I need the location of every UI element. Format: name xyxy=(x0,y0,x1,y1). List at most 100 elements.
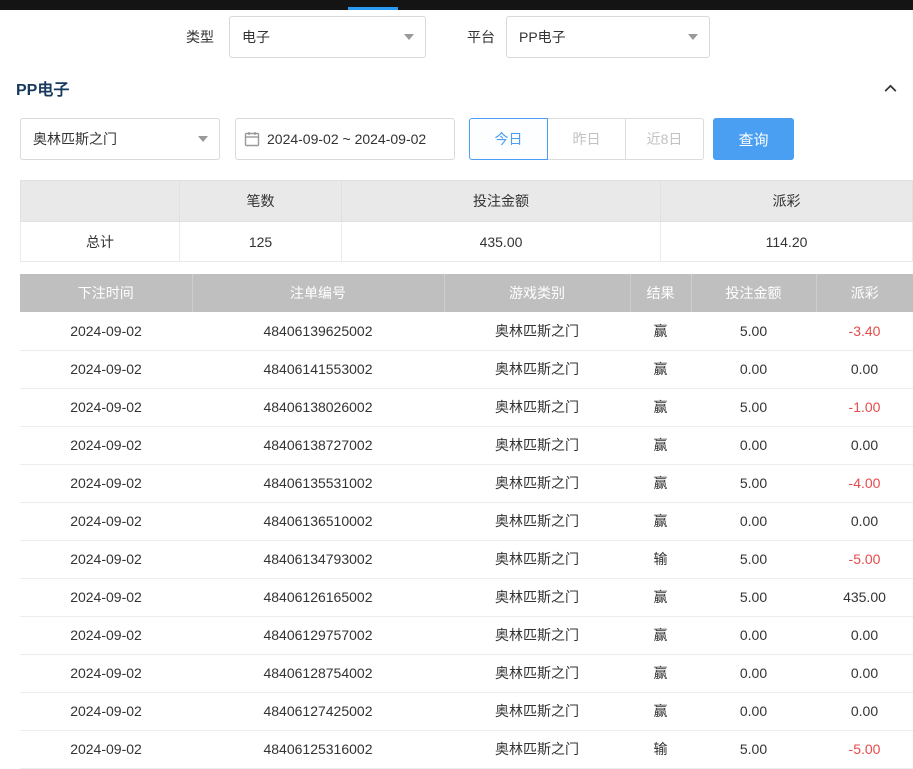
cell-payout: 0.00 xyxy=(816,502,913,540)
cell-bet-time: 2024-09-02 xyxy=(20,654,192,692)
table-row: 2024-09-02 48406138727002 奥林匹斯之门 赢 0.00 … xyxy=(20,426,913,464)
cell-order-id: 48406126165002 xyxy=(192,578,444,616)
cell-result: 输 xyxy=(630,540,691,578)
search-button[interactable]: 查询 xyxy=(713,118,794,160)
cell-order-id: 48406129757002 xyxy=(192,616,444,654)
cell-result: 赢 xyxy=(630,654,691,692)
cell-bet-time: 2024-09-02 xyxy=(20,730,192,768)
cell-bet-amount: 5.00 xyxy=(691,578,816,616)
table-row: 2024-09-02 48406136510002 奥林匹斯之门 赢 0.00 … xyxy=(20,502,913,540)
table-row: 2024-09-02 48406129757002 奥林匹斯之门 赢 0.00 … xyxy=(20,616,913,654)
table-row: 2024-09-02 48406128754002 奥林匹斯之门 赢 0.00 … xyxy=(20,654,913,692)
cell-order-id: 48406136510002 xyxy=(192,502,444,540)
cell-bet-amount: 0.00 xyxy=(691,502,816,540)
cell-bet-time: 2024-09-02 xyxy=(20,312,192,350)
cell-result: 赢 xyxy=(630,578,691,616)
cell-order-id: 48406138026002 xyxy=(192,388,444,426)
cell-payout: 0.00 xyxy=(816,426,913,464)
cell-bet-time: 2024-09-02 xyxy=(20,388,192,426)
calendar-icon xyxy=(244,131,260,147)
table-row: 2024-09-02 48406139625002 奥林匹斯之门 赢 5.00 … xyxy=(20,312,913,350)
chevron-down-icon xyxy=(688,34,698,40)
table-row: 2024-09-02 48406125316002 奥林匹斯之门 输 5.00 … xyxy=(20,730,913,768)
cell-game-category: 奥林匹斯之门 xyxy=(444,578,630,616)
table-row: 2024-09-02 48406126165002 奥林匹斯之门 赢 5.00 … xyxy=(20,578,913,616)
platform-select[interactable]: PP电子 xyxy=(506,16,710,58)
cell-bet-time: 2024-09-02 xyxy=(20,464,192,502)
summary-header-bet-amount: 投注金额 xyxy=(342,181,661,222)
summary-total-bet-amount: 435.00 xyxy=(342,222,661,262)
cell-result: 输 xyxy=(630,730,691,768)
summary-header-blank xyxy=(21,181,180,222)
game-select[interactable]: 奥林匹斯之门 xyxy=(20,118,220,160)
cell-order-id: 48406138727002 xyxy=(192,426,444,464)
type-label: 类型 xyxy=(186,27,214,47)
date-range-picker[interactable]: 2024-09-02 ~ 2024-09-02 xyxy=(235,118,455,160)
cell-result: 赢 xyxy=(630,388,691,426)
today-button[interactable]: 今日 xyxy=(469,118,548,160)
cell-bet-time: 2024-09-02 xyxy=(20,540,192,578)
summary-total-row: 总计 125 435.00 114.20 xyxy=(21,222,913,262)
cell-result: 赢 xyxy=(630,692,691,730)
type-select[interactable]: 电子 xyxy=(229,16,426,58)
cell-bet-amount: 5.00 xyxy=(691,464,816,502)
summary-total-count: 125 xyxy=(180,222,342,262)
table-row: 2024-09-02 48406138026002 奥林匹斯之门 赢 5.00 … xyxy=(20,388,913,426)
cell-game-category: 奥林匹斯之门 xyxy=(444,730,630,768)
records-header-result: 结果 xyxy=(630,274,691,312)
cell-bet-amount: 0.00 xyxy=(691,692,816,730)
collapse-button[interactable] xyxy=(880,78,901,99)
table-row: 2024-09-02 48406134793002 奥林匹斯之门 输 5.00 … xyxy=(20,540,913,578)
cell-order-id: 48406139625002 xyxy=(192,312,444,350)
summary-header-count: 笔数 xyxy=(180,181,342,222)
cell-bet-amount: 5.00 xyxy=(691,540,816,578)
cell-game-category: 奥林匹斯之门 xyxy=(444,464,630,502)
cell-payout: 0.00 xyxy=(816,654,913,692)
quick-filter-group: 今日 昨日 近8日 xyxy=(469,118,704,160)
cell-bet-amount: 5.00 xyxy=(691,730,816,768)
chevron-down-icon xyxy=(198,136,208,142)
records-header-bet-amount: 投注金额 xyxy=(691,274,816,312)
query-bar: 奥林匹斯之门 2024-09-02 ~ 2024-09-02 今日 昨日 近8日… xyxy=(20,118,893,160)
yesterday-button[interactable]: 昨日 xyxy=(547,118,626,160)
records-tbody: 2024-09-02 48406139625002 奥林匹斯之门 赢 5.00 … xyxy=(20,312,913,768)
top-nav-bar xyxy=(0,0,913,10)
records-header-bet-time: 下注时间 xyxy=(20,274,192,312)
records-table: 下注时间 注单编号 游戏类别 结果 投注金额 派彩 2024-09-02 484… xyxy=(20,274,913,769)
cell-payout: 435.00 xyxy=(816,578,913,616)
game-select-value: 奥林匹斯之门 xyxy=(33,129,117,149)
date-range-value: 2024-09-02 ~ 2024-09-02 xyxy=(267,131,426,147)
cell-bet-amount: 0.00 xyxy=(691,426,816,464)
table-row: 2024-09-02 48406135531002 奥林匹斯之门 赢 5.00 … xyxy=(20,464,913,502)
cell-order-id: 48406135531002 xyxy=(192,464,444,502)
cell-game-category: 奥林匹斯之门 xyxy=(444,540,630,578)
platform-label: 平台 xyxy=(467,27,495,47)
cell-bet-amount: 5.00 xyxy=(691,312,816,350)
summary-header-payout: 派彩 xyxy=(661,181,913,222)
cell-order-id: 48406127425002 xyxy=(192,692,444,730)
cell-game-category: 奥林匹斯之门 xyxy=(444,654,630,692)
chevron-down-icon xyxy=(404,34,414,40)
cell-bet-time: 2024-09-02 xyxy=(20,616,192,654)
summary-table: 笔数 投注金额 派彩 总计 125 435.00 114.20 xyxy=(20,180,913,262)
last8days-button[interactable]: 近8日 xyxy=(625,118,704,160)
cell-bet-amount: 0.00 xyxy=(691,616,816,654)
filter-row: 类型 电子 平台 PP电子 xyxy=(0,16,913,58)
section-header: PP电子 xyxy=(0,74,913,102)
cell-payout: -4.00 xyxy=(816,464,913,502)
cell-game-category: 奥林匹斯之门 xyxy=(444,312,630,350)
cell-game-category: 奥林匹斯之门 xyxy=(444,692,630,730)
platform-select-value: PP电子 xyxy=(519,27,566,47)
table-row: 2024-09-02 48406127425002 奥林匹斯之门 赢 0.00 … xyxy=(20,692,913,730)
cell-order-id: 48406125316002 xyxy=(192,730,444,768)
cell-bet-time: 2024-09-02 xyxy=(20,350,192,388)
cell-result: 赢 xyxy=(630,464,691,502)
records-header-game-category: 游戏类别 xyxy=(444,274,630,312)
cell-payout: 0.00 xyxy=(816,350,913,388)
cell-bet-time: 2024-09-02 xyxy=(20,578,192,616)
summary-header-row: 笔数 投注金额 派彩 xyxy=(21,181,913,222)
cell-game-category: 奥林匹斯之门 xyxy=(444,616,630,654)
table-row: 2024-09-02 48406141553002 奥林匹斯之门 赢 0.00 … xyxy=(20,350,913,388)
cell-game-category: 奥林匹斯之门 xyxy=(444,426,630,464)
cell-payout: 0.00 xyxy=(816,692,913,730)
